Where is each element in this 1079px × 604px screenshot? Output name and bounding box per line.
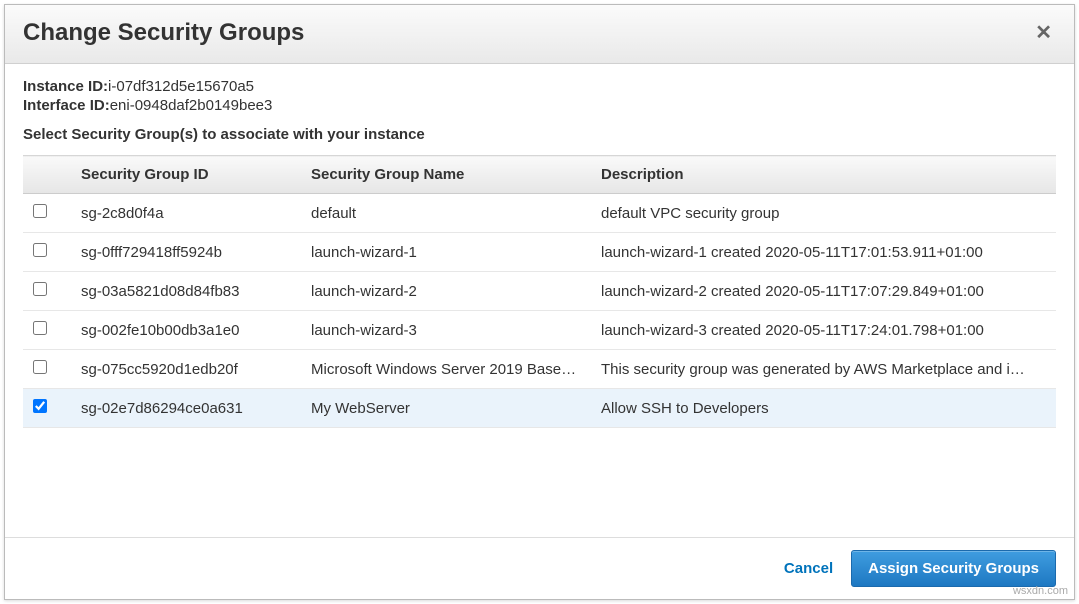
change-security-groups-dialog: Change Security Groups ✕ Instance ID:i-0… — [4, 4, 1075, 600]
cell-sg-name: launch-wizard-3 — [303, 311, 593, 350]
interface-id-value: eni-0948daf2b0149bee3 — [110, 97, 273, 114]
cell-sg-id: sg-0fff729418ff5924b — [73, 233, 303, 272]
cell-sg-name: launch-wizard-2 — [303, 272, 593, 311]
instance-id-value: i-07df312d5e15670a5 — [108, 78, 254, 95]
cell-sg-name: Microsoft Windows Server 2019 Base… — [303, 350, 593, 389]
cell-sg-id: sg-002fe10b00db3a1e0 — [73, 311, 303, 350]
dialog-body: Instance ID:i-07df312d5e15670a5 Interfac… — [5, 64, 1074, 537]
cell-sg-desc: Allow SSH to Developers — [593, 389, 1056, 428]
close-icon[interactable]: ✕ — [1031, 21, 1056, 45]
cell-sg-desc: This security group was generated by AWS… — [593, 350, 1056, 389]
table-row[interactable]: sg-02e7d86294ce0a631 My WebServer Allow … — [23, 389, 1056, 428]
assign-security-groups-button[interactable]: Assign Security Groups — [851, 550, 1056, 587]
cell-sg-id: sg-2c8d0f4a — [73, 194, 303, 233]
instance-id-label: Instance ID: — [23, 78, 108, 95]
instance-id-line: Instance ID:i-07df312d5e15670a5 — [23, 78, 1056, 95]
watermark: wsxdn.com — [1013, 585, 1068, 597]
col-header-name: Security Group Name — [303, 156, 593, 194]
table-body: sg-2c8d0f4a default default VPC security… — [23, 194, 1056, 428]
table-row[interactable]: sg-0fff729418ff5924b launch-wizard-1 lau… — [23, 233, 1056, 272]
interface-id-label: Interface ID: — [23, 97, 110, 114]
cell-sg-desc: launch-wizard-2 created 2020-05-11T17:07… — [593, 272, 1056, 311]
col-header-checkbox — [23, 156, 73, 194]
cell-sg-name: My WebServer — [303, 389, 593, 428]
table-row[interactable]: sg-002fe10b00db3a1e0 launch-wizard-3 lau… — [23, 311, 1056, 350]
row-checkbox[interactable] — [33, 321, 47, 335]
security-groups-table: Security Group ID Security Group Name De… — [23, 155, 1056, 428]
row-checkbox[interactable] — [33, 243, 47, 257]
row-checkbox[interactable] — [33, 399, 47, 413]
instruction-text: Select Security Group(s) to associate wi… — [23, 126, 1056, 143]
col-header-desc: Description — [593, 156, 1056, 194]
cell-sg-desc: launch-wizard-3 created 2020-05-11T17:24… — [593, 311, 1056, 350]
table-header-row: Security Group ID Security Group Name De… — [23, 156, 1056, 194]
dialog-footer: Cancel Assign Security Groups — [5, 537, 1074, 599]
cell-sg-id: sg-02e7d86294ce0a631 — [73, 389, 303, 428]
row-checkbox[interactable] — [33, 204, 47, 218]
cancel-button[interactable]: Cancel — [784, 560, 833, 577]
table-row[interactable]: sg-075cc5920d1edb20f Microsoft Windows S… — [23, 350, 1056, 389]
col-header-id: Security Group ID — [73, 156, 303, 194]
cell-sg-desc: launch-wizard-1 created 2020-05-11T17:01… — [593, 233, 1056, 272]
dialog-title: Change Security Groups — [23, 19, 304, 47]
cell-sg-name: default — [303, 194, 593, 233]
cell-sg-name: launch-wizard-1 — [303, 233, 593, 272]
table-row[interactable]: sg-03a5821d08d84fb83 launch-wizard-2 lau… — [23, 272, 1056, 311]
cell-sg-id: sg-03a5821d08d84fb83 — [73, 272, 303, 311]
table-row[interactable]: sg-2c8d0f4a default default VPC security… — [23, 194, 1056, 233]
cell-sg-id: sg-075cc5920d1edb20f — [73, 350, 303, 389]
row-checkbox[interactable] — [33, 282, 47, 296]
dialog-header: Change Security Groups ✕ — [5, 5, 1074, 64]
row-checkbox[interactable] — [33, 360, 47, 374]
cell-sg-desc: default VPC security group — [593, 194, 1056, 233]
interface-id-line: Interface ID:eni-0948daf2b0149bee3 — [23, 97, 1056, 114]
